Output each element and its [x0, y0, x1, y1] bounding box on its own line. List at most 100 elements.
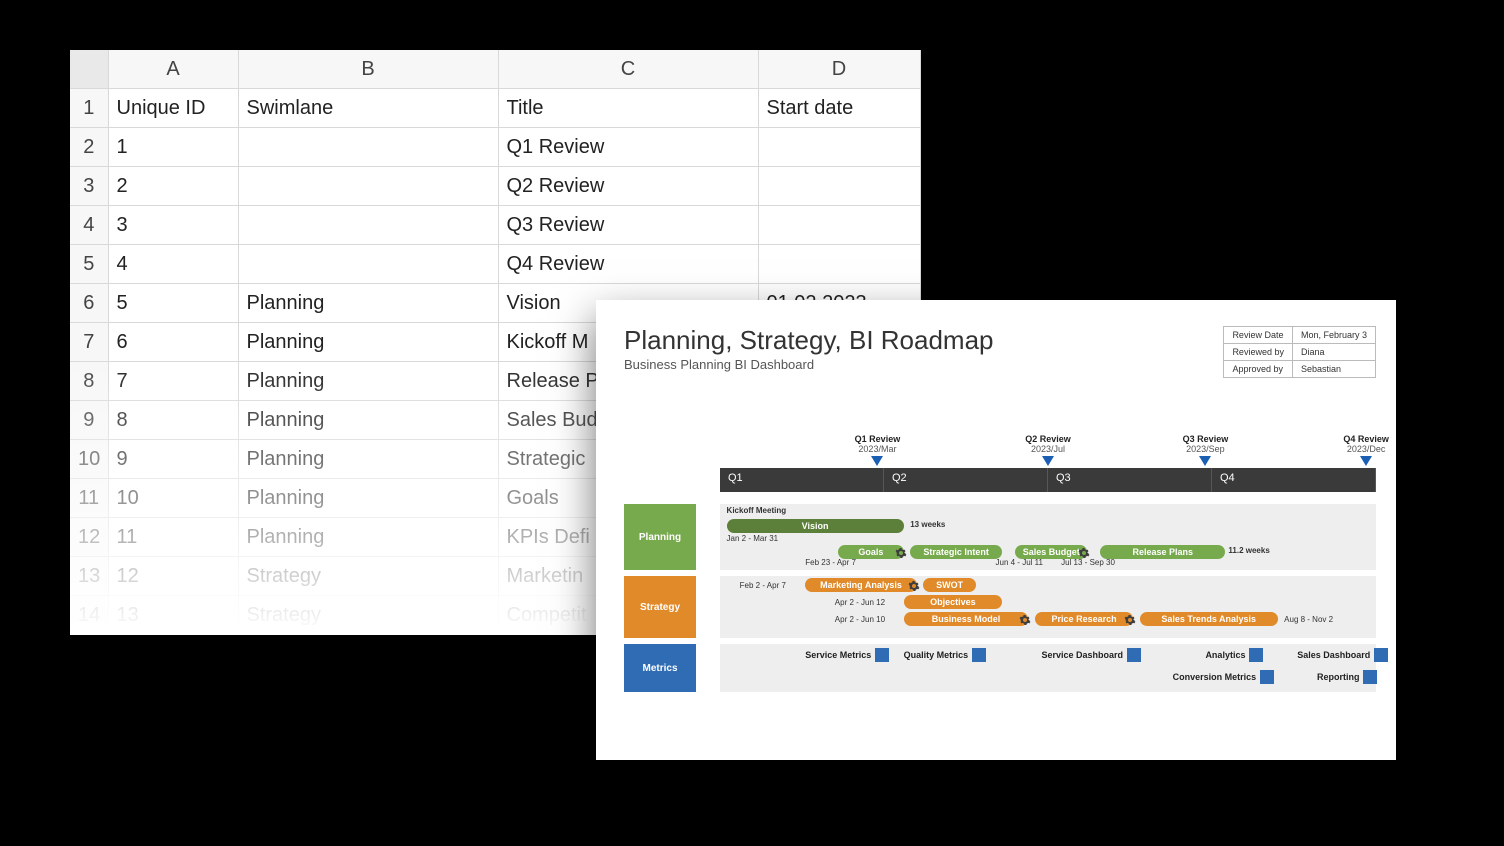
- task-bar[interactable]: Sales Budget: [1015, 545, 1087, 559]
- cell[interactable]: 1: [108, 128, 238, 167]
- roadmap-card: Planning, Strategy, BI Roadmap Business …: [596, 300, 1396, 760]
- table-row: 43 Q3 Review: [70, 206, 920, 245]
- col-header-B[interactable]: B: [238, 50, 498, 89]
- task-bar[interactable]: SWOT: [923, 578, 975, 592]
- row-header[interactable]: 11: [70, 479, 108, 518]
- task-bar[interactable]: Objectives: [904, 595, 1002, 609]
- cell[interactable]: 2: [108, 167, 238, 206]
- cell[interactable]: Planning: [238, 401, 498, 440]
- metric-label: Conversion Metrics: [1173, 672, 1257, 682]
- cell[interactable]: Planning: [238, 440, 498, 479]
- table-row: 21 Q1 Review: [70, 128, 920, 167]
- cell[interactable]: 5: [108, 284, 238, 323]
- lane-metrics: Metrics Service MetricsQuality MetricsSe…: [624, 644, 1376, 692]
- row-header[interactable]: 9: [70, 401, 108, 440]
- row-header[interactable]: 8: [70, 362, 108, 401]
- cell[interactable]: Planning: [238, 479, 498, 518]
- task-bar-label: Sales Trends Analysis: [1161, 614, 1256, 624]
- metric-item[interactable]: Reporting: [1317, 670, 1378, 684]
- cell[interactable]: Q3 Review: [498, 206, 758, 245]
- task-bar-label: Objectives: [930, 597, 976, 607]
- row-header[interactable]: 14: [70, 596, 108, 635]
- cell[interactable]: Start date: [758, 89, 920, 128]
- row-header[interactable]: 7: [70, 323, 108, 362]
- cell[interactable]: 7: [108, 362, 238, 401]
- row-header[interactable]: 2: [70, 128, 108, 167]
- cell[interactable]: Planning: [238, 323, 498, 362]
- gear-icon: [908, 579, 920, 591]
- cell[interactable]: Planning: [238, 362, 498, 401]
- burst-icon: [1374, 648, 1388, 662]
- cell[interactable]: [238, 167, 498, 206]
- cell[interactable]: [758, 167, 920, 206]
- metric-item[interactable]: Service Metrics: [805, 648, 889, 662]
- cell[interactable]: [238, 245, 498, 284]
- lane-planning-track: Kickoff MeetingJan 2 - Mar 3113 weeksFeb…: [720, 504, 1376, 570]
- row-header[interactable]: 4: [70, 206, 108, 245]
- cell[interactable]: Planning: [238, 518, 498, 557]
- annotation: Feb 23 - Apr 7: [805, 558, 856, 567]
- task-bar[interactable]: Strategic Intent: [910, 545, 1002, 559]
- annotation: Jul 13 - Sep 30: [1061, 558, 1115, 567]
- task-bar[interactable]: Vision: [727, 519, 904, 533]
- col-header-C[interactable]: C: [498, 50, 758, 89]
- cell[interactable]: 9: [108, 440, 238, 479]
- gear-icon: [1124, 613, 1136, 625]
- task-bar[interactable]: Business Model: [904, 612, 1029, 626]
- cell[interactable]: Title: [498, 89, 758, 128]
- row-header[interactable]: 13: [70, 557, 108, 596]
- cell[interactable]: Strategy: [238, 596, 498, 635]
- row-header[interactable]: 1: [70, 89, 108, 128]
- metric-item[interactable]: Service Dashboard: [1041, 648, 1141, 662]
- cell[interactable]: Q1 Review: [498, 128, 758, 167]
- task-bar[interactable]: Marketing Analysis: [805, 578, 917, 592]
- cell[interactable]: [758, 128, 920, 167]
- task-bar[interactable]: Sales Trends Analysis: [1140, 612, 1278, 626]
- cell[interactable]: [238, 128, 498, 167]
- gear-icon: [1078, 546, 1090, 558]
- cell[interactable]: [238, 206, 498, 245]
- cell[interactable]: Unique ID: [108, 89, 238, 128]
- cell[interactable]: 4: [108, 245, 238, 284]
- task-bar-label: Price Research: [1052, 614, 1117, 624]
- cell[interactable]: 11: [108, 518, 238, 557]
- cell[interactable]: Swimlane: [238, 89, 498, 128]
- milestone-marker-icon: [871, 456, 883, 466]
- cell[interactable]: 13: [108, 596, 238, 635]
- task-bar-label: Goals: [858, 547, 883, 557]
- milestone: Q3 Review2023/Sep: [1160, 434, 1250, 466]
- cell[interactable]: [758, 206, 920, 245]
- roadmap-meta-body: Review DateMon, February 3Reviewed byDia…: [1224, 327, 1376, 378]
- milestone-date: 2023/Jul: [1003, 444, 1093, 454]
- select-all-corner[interactable]: [70, 50, 108, 89]
- cell[interactable]: Q2 Review: [498, 167, 758, 206]
- cell[interactable]: Q4 Review: [498, 245, 758, 284]
- cell[interactable]: 8: [108, 401, 238, 440]
- metric-item[interactable]: Analytics: [1205, 648, 1263, 662]
- cell[interactable]: Planning: [238, 284, 498, 323]
- task-bar[interactable]: Price Research: [1035, 612, 1133, 626]
- cell[interactable]: 3: [108, 206, 238, 245]
- cell[interactable]: [758, 245, 920, 284]
- milestone: Q1 Review2023/Mar: [832, 434, 922, 466]
- task-bar[interactable]: Release Plans: [1100, 545, 1225, 559]
- row-header[interactable]: 3: [70, 167, 108, 206]
- metric-item[interactable]: Conversion Metrics: [1173, 670, 1275, 684]
- row-header[interactable]: 5: [70, 245, 108, 284]
- col-header-D[interactable]: D: [758, 50, 920, 89]
- col-header-A[interactable]: A: [108, 50, 238, 89]
- cell[interactable]: Strategy: [238, 557, 498, 596]
- row-header[interactable]: 6: [70, 284, 108, 323]
- cell[interactable]: 6: [108, 323, 238, 362]
- milestone-label: Q3 Review: [1160, 434, 1250, 444]
- table-row: 32 Q2 Review: [70, 167, 920, 206]
- cell[interactable]: 10: [108, 479, 238, 518]
- metric-item[interactable]: Quality Metrics: [904, 648, 987, 662]
- meta-value: Sebastian: [1292, 361, 1375, 378]
- row-header[interactable]: 12: [70, 518, 108, 557]
- annotation: 13 weeks: [910, 520, 945, 529]
- metric-item[interactable]: Sales Dashboard: [1297, 648, 1388, 662]
- cell[interactable]: 12: [108, 557, 238, 596]
- lane-metrics-track: Service Metrics Quality Metrics Service Da…: [720, 644, 1376, 692]
- row-header[interactable]: 10: [70, 440, 108, 479]
